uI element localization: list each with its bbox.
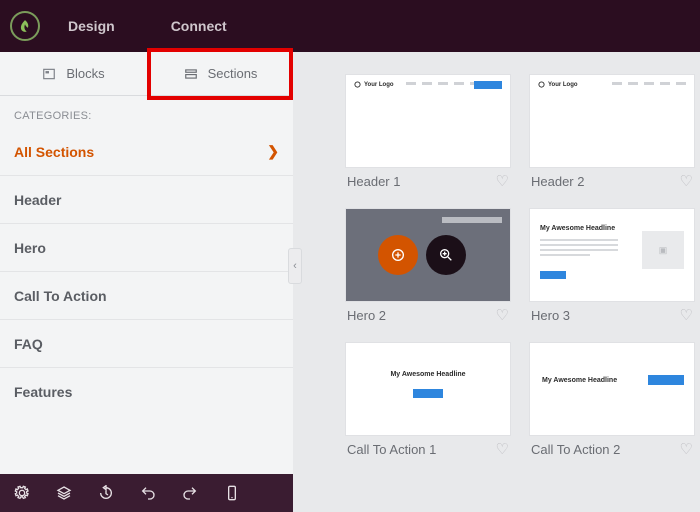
thumb-cta-2: My Awesome Headline [529,342,695,436]
leaf-icon [18,19,32,33]
category-features[interactable]: Features [0,368,293,416]
category-label: All Sections [14,144,94,160]
top-bar: Design Connect [0,0,700,52]
favorite-button[interactable]: ♡ [496,172,509,190]
favorite-button[interactable]: ♡ [680,306,693,324]
category-label: Header [14,192,61,208]
section-gallery: Your Logo Header 1 ♡ Your Logo Header 2 ♡ [293,52,700,512]
categories-heading: CATEGORIES: [0,96,293,128]
redo-button[interactable] [182,485,198,501]
plus-circle-icon [390,247,406,263]
favorite-button[interactable]: ♡ [496,306,509,324]
section-card[interactable]: My Awesome Headline ▣ Hero 3 ♡ [529,208,695,334]
card-title: Header 2 [531,174,584,189]
card-title: Call To Action 1 [347,442,436,457]
sections-icon [184,67,198,81]
headline-placeholder: My Awesome Headline [390,371,465,378]
tab-blocks[interactable]: Blocks [0,52,147,95]
layers-button[interactable] [56,485,72,501]
thumb-hero-2 [345,208,511,302]
thumb-header-2: Your Logo [529,74,695,168]
preview-section-button[interactable] [426,235,466,275]
add-section-button[interactable] [378,235,418,275]
category-label: FAQ [14,336,43,352]
thumb-header-1: Your Logo [345,74,511,168]
headline-placeholder: My Awesome Headline [540,225,615,232]
category-faq[interactable]: FAQ [0,320,293,368]
section-card[interactable]: Hero 2 ♡ [345,208,511,334]
section-card[interactable]: Your Logo Header 1 ♡ [345,74,511,200]
category-header[interactable]: Header [0,176,293,224]
redo-icon [182,485,198,501]
card-title: Call To Action 2 [531,442,620,457]
gear-icon [14,485,30,501]
layers-icon [56,485,72,501]
collapse-sidebar-button[interactable]: ‹ [288,248,302,284]
section-card[interactable]: My Awesome Headline Call To Action 1 ♡ [345,342,511,468]
card-title: Hero 2 [347,308,386,323]
menu-placeholder [612,82,686,85]
chevron-right-icon: ❯ [267,143,279,160]
category-label: Call To Action [14,288,107,304]
app-logo[interactable] [10,11,40,41]
nav-connect[interactable]: Connect [171,18,227,34]
settings-button[interactable] [14,485,30,501]
section-card[interactable]: My Awesome Headline Call To Action 2 ♡ [529,342,695,468]
category-label: Features [14,384,72,400]
tab-sections[interactable]: Sections [147,52,294,95]
menu-placeholder [406,82,480,85]
thumb-hero-3: My Awesome Headline ▣ [529,208,695,302]
cta-placeholder [648,375,684,385]
cta-placeholder [474,81,502,89]
section-card[interactable]: Your Logo Header 2 ♡ [529,74,695,200]
favorite-button[interactable]: ♡ [680,172,693,190]
logo-placeholder: Your Logo [538,81,578,88]
chevron-left-icon: ‹ [293,260,297,272]
tab-sections-label: Sections [208,66,258,81]
category-call-to-action[interactable]: Call To Action [0,272,293,320]
bottom-toolbar [0,474,293,512]
favorite-button[interactable]: ♡ [496,440,509,458]
sidebar: Blocks Sections CATEGORIES: All Sections… [0,52,293,512]
zoom-icon [438,247,454,263]
undo-icon [140,485,156,501]
top-nav: Design Connect [68,18,227,34]
cta-placeholder [413,389,443,398]
cta-placeholder [540,271,566,279]
headline-placeholder [442,217,502,223]
image-placeholder: ▣ [642,231,684,269]
undo-button[interactable] [140,485,156,501]
category-all-sections[interactable]: All Sections ❯ [0,128,293,176]
headline-placeholder: My Awesome Headline [542,377,617,384]
mobile-icon [224,485,240,501]
thumb-cta-1: My Awesome Headline [345,342,511,436]
nav-design[interactable]: Design [68,18,115,34]
paragraph-placeholder [540,239,618,256]
history-button[interactable] [98,485,114,501]
favorite-button[interactable]: ♡ [680,440,693,458]
card-title: Hero 3 [531,308,570,323]
category-hero[interactable]: Hero [0,224,293,272]
library-tabs: Blocks Sections [0,52,293,96]
category-list: All Sections ❯ Header Hero Call To Actio… [0,128,293,474]
category-label: Hero [14,240,46,256]
mobile-preview-button[interactable] [224,485,240,501]
history-icon [98,485,114,501]
logo-placeholder: Your Logo [354,81,394,88]
card-title: Header 1 [347,174,400,189]
blocks-icon [42,67,56,81]
tab-blocks-label: Blocks [66,66,104,81]
